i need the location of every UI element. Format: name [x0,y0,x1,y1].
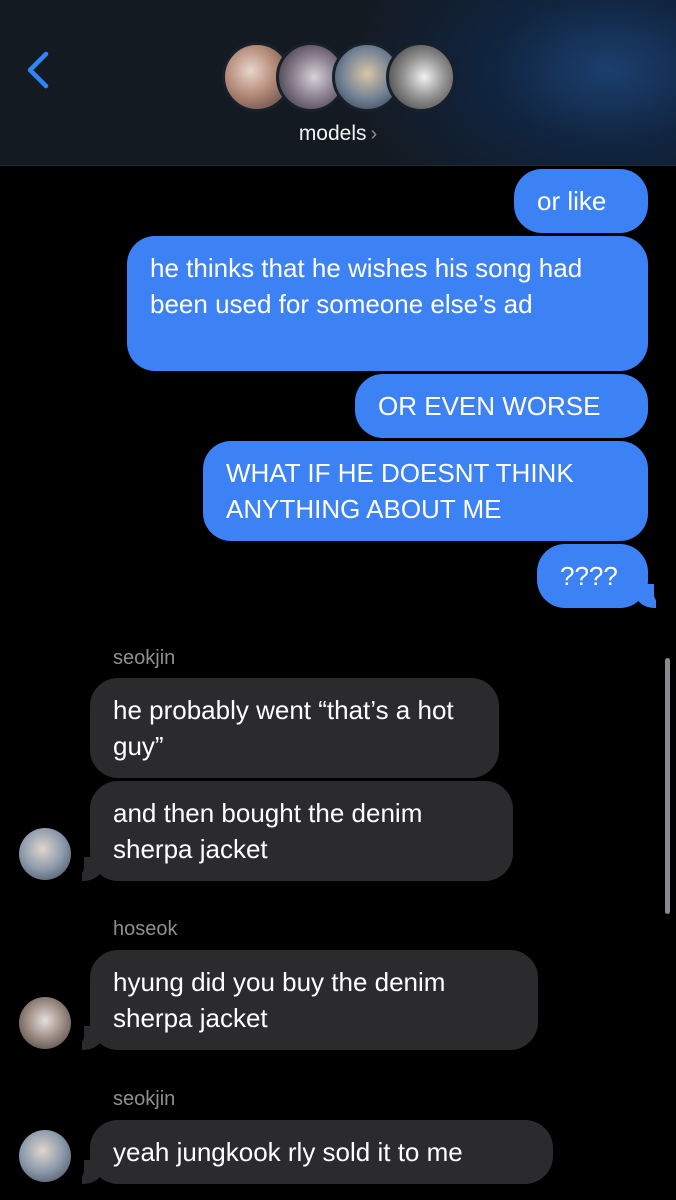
message-text: WHAT IF HE DOESNT THINK ANYTHING ABOUT M… [226,458,574,524]
message-text: he thinks that he wishes his song had be… [150,253,583,319]
message-text: and then bought the denim sherpa jacket [113,798,423,864]
message-text: or like [537,186,607,216]
sender-name: seokjin [113,647,176,669]
sender-name: seokjin [113,1088,176,1110]
conversation-header: models › [0,0,676,166]
message-text: OR EVEN WORSE [378,391,601,421]
chevron-left-icon [27,51,49,89]
message-text: yeah jungkook rly sold it to me [113,1137,463,1167]
outgoing-message[interactable]: WHAT IF HE DOESNT THINK ANYTHING ABOUT M… [203,441,648,541]
bubble-tail-mask [654,580,672,606]
scrollbar[interactable] [665,658,670,914]
contact-avatar[interactable] [19,1130,71,1182]
bubble-tail [636,584,656,608]
chevron-right-icon: › [370,123,378,145]
incoming-message[interactable]: and then bought the denim sherpa jacket [90,781,513,881]
bubble-tail [82,1026,102,1050]
message-text: ???? [560,561,618,591]
back-button[interactable] [18,48,58,92]
group-avatars[interactable] [222,42,462,114]
outgoing-message[interactable]: he thinks that he wishes his song had be… [127,236,648,371]
contact-avatar[interactable] [19,997,71,1049]
message-text: hyung did you buy the denim sherpa jacke… [113,967,446,1033]
contact-avatar[interactable] [19,828,71,880]
outgoing-message[interactable]: OR EVEN WORSE [355,374,648,438]
messages-screen: models › or like he thinks that he wishes… [0,0,676,1200]
incoming-message[interactable]: yeah jungkook rly sold it to me [90,1120,553,1184]
bubble-tail [82,1160,102,1184]
group-name-button[interactable]: models › [0,122,676,146]
group-member-avatar [386,42,456,112]
incoming-message[interactable]: hyung did you buy the denim sherpa jacke… [90,950,538,1050]
bubble-tail [82,857,102,881]
group-name-label: models [298,122,367,145]
message-text: he probably went “that’s a hot guy” [113,695,454,761]
outgoing-message[interactable]: or like [514,169,648,233]
sender-name: hoseok [113,918,178,940]
incoming-message[interactable]: he probably went “that’s a hot guy” [90,678,499,778]
outgoing-message[interactable]: ???? [537,544,648,608]
